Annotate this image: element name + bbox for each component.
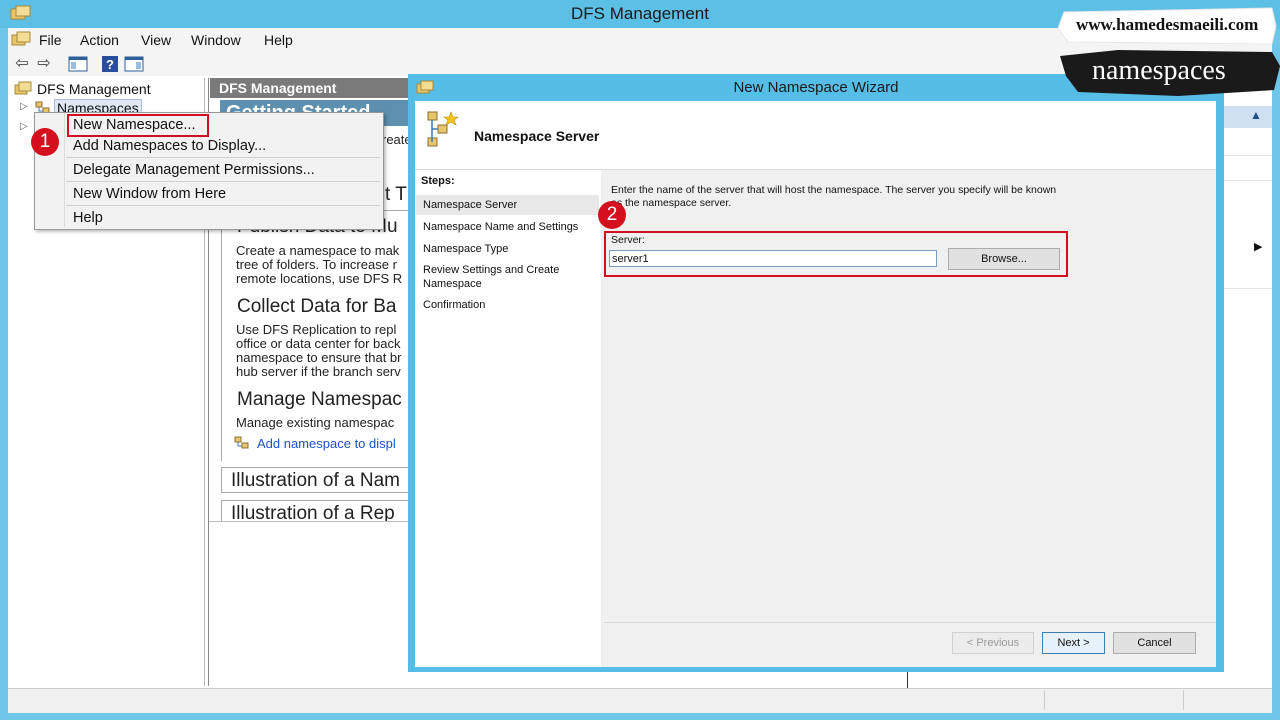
namespace-server-icon: [424, 108, 460, 155]
actions-divider: [1224, 288, 1272, 289]
menu-item-new-window[interactable]: New Window from Here: [73, 186, 226, 202]
menu-help[interactable]: Help: [264, 32, 293, 48]
results-header-label: DFS Management: [219, 80, 337, 96]
actions-divider: [1224, 155, 1272, 156]
menu-view[interactable]: View: [141, 32, 171, 48]
wizard-footer-divider: [604, 622, 1216, 623]
illustration-namespace-heading[interactable]: Illustration of a Nam: [231, 470, 400, 492]
menu-item-add-namespaces[interactable]: Add Namespaces to Display...: [73, 138, 266, 154]
results-divider: [209, 521, 410, 522]
step-review-settings: Review Settings and Create Namespace: [423, 264, 560, 290]
wizard-description: Enter the name of the server that will h…: [611, 184, 1057, 209]
show-hide-action-pane-icon[interactable]: [124, 55, 144, 73]
cancel-button[interactable]: Cancel: [1113, 632, 1196, 654]
steps-label: Steps:: [421, 175, 455, 187]
topic-text: namespaces: [1092, 55, 1226, 86]
show-hide-tree-icon[interactable]: [68, 55, 88, 73]
publish-text-1: Create a namespace to mak: [236, 243, 400, 258]
next-button[interactable]: Next >: [1042, 632, 1105, 654]
previous-button[interactable]: < Previous: [952, 632, 1034, 654]
svg-text:?: ?: [106, 57, 114, 72]
status-divider: [1183, 690, 1184, 710]
highlight-box-new-namespace: [67, 114, 209, 137]
collect-text-1: Use DFS Replication to repl: [236, 322, 397, 337]
menu-file-icon: [11, 30, 33, 51]
back-arrow-icon[interactable]: ⇦: [12, 55, 32, 73]
collapse-up-icon[interactable]: ▲: [1250, 108, 1262, 122]
collect-heading: Collect Data for Ba: [237, 296, 397, 317]
menu-separator: [66, 181, 380, 182]
results-header: DFS Management: [210, 78, 410, 98]
website-text: www.hamedesmaeili.com: [1076, 15, 1259, 34]
actions-header: [1224, 106, 1272, 128]
collect-text-3: namespace to ensure that br: [236, 350, 402, 365]
menu-item-delegate-permissions[interactable]: Delegate Management Permissions...: [73, 162, 315, 178]
menu-separator: [66, 157, 380, 158]
status-divider: [1044, 690, 1045, 710]
expand-arrow-icon[interactable]: ▷: [20, 121, 28, 132]
menu-window[interactable]: Window: [191, 32, 241, 48]
step-badge-1: 1: [31, 128, 59, 156]
add-namespace-icon: [233, 435, 251, 456]
publish-text-2: tree of folders. To increase r: [236, 257, 397, 272]
actions-divider: [1224, 180, 1272, 181]
step-namespace-type: Namespace Type: [423, 243, 509, 255]
submenu-arrow-icon[interactable]: ▶: [1254, 240, 1262, 253]
step-namespace-name-settings: Namespace Name and Settings: [423, 221, 579, 233]
actions-pane: [1222, 104, 1272, 688]
step-namespace-server: Namespace Server: [423, 199, 518, 211]
manage-text: Manage existing namespac: [236, 415, 395, 430]
status-bar: [8, 688, 1272, 713]
forward-arrow-icon[interactable]: ⇨: [34, 55, 54, 73]
text-cursor: [907, 672, 908, 688]
menu-file[interactable]: File: [39, 32, 62, 48]
publish-text-3: remote locations, use DFS R: [236, 271, 403, 286]
collect-text-2: office or data center for back: [236, 336, 401, 351]
wizard-page-title: Namespace Server: [474, 128, 600, 144]
help-icon[interactable]: ?: [100, 55, 120, 73]
step-confirmation: Confirmation: [423, 299, 486, 311]
highlight-box-server: [604, 231, 1068, 277]
results-fragment-t: t T: [385, 184, 407, 205]
menu-action[interactable]: Action: [80, 32, 119, 48]
add-namespace-link[interactable]: Add namespace to displ: [257, 437, 396, 451]
expand-arrow-icon[interactable]: ▷: [20, 101, 28, 112]
tree-item-dfs-management[interactable]: DFS Management: [37, 81, 151, 97]
dfs-root-icon: [14, 81, 32, 102]
step-badge-2: 2: [598, 201, 626, 229]
collect-text-4: hub server if the branch serv: [236, 364, 401, 379]
manage-heading: Manage Namespac: [237, 389, 402, 410]
illustration-replication-heading[interactable]: Illustration of a Rep: [231, 503, 395, 521]
context-menu-gutter: [64, 113, 65, 227]
menu-item-help[interactable]: Help: [73, 210, 103, 226]
menu-separator: [66, 205, 380, 206]
